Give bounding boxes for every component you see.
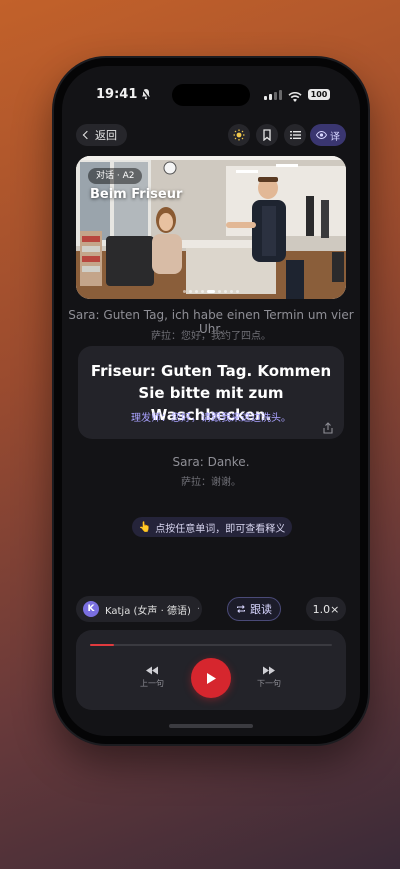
translate-toggle-button[interactable]: 译 bbox=[310, 124, 346, 146]
bookmark-button[interactable] bbox=[256, 124, 278, 146]
repeat-icon bbox=[237, 605, 245, 613]
progress-fill bbox=[90, 644, 115, 646]
bookmark-icon bbox=[263, 129, 271, 141]
theme-toggle-button[interactable] bbox=[228, 124, 250, 146]
bell-icon bbox=[141, 88, 151, 100]
voice-selector[interactable]: K Katja (女声 · 德语) · bbox=[76, 596, 202, 622]
scene-title: Beim Friseur bbox=[90, 187, 183, 202]
back-button[interactable]: 返回 bbox=[76, 124, 127, 146]
level-badge: 对话 · A2 bbox=[88, 168, 143, 184]
current-line-zh: 理发师：您好，请跟我来这边洗头。 bbox=[131, 413, 291, 424]
signal-icon bbox=[264, 90, 282, 100]
previous-label: 上一句 bbox=[140, 679, 164, 688]
voice-avatar: K bbox=[83, 601, 99, 617]
carousel-dot bbox=[183, 290, 186, 293]
translate-label: 译 bbox=[330, 131, 340, 143]
chevron-left-icon bbox=[82, 130, 92, 140]
phone-frame: 19:41 100 返回 译 对话 · A2 Beim Friseur Sara… bbox=[54, 58, 368, 744]
next-label: 下一句 bbox=[257, 679, 281, 688]
word-tap-hint: 👆 点按任意单词，即可查看释义 bbox=[132, 517, 292, 537]
app-screen: 19:41 100 返回 译 对话 · A2 Beim Friseur Sara… bbox=[62, 66, 360, 736]
back-label: 返回 bbox=[95, 129, 117, 142]
rewind-icon bbox=[146, 666, 158, 675]
fast-forward-icon bbox=[263, 666, 275, 675]
dialogue-line-3-zh: 萨拉：谢谢。 bbox=[181, 477, 241, 488]
voice-label: Katja (女声 · 德语) bbox=[105, 605, 191, 617]
status-bar: 19:41 100 bbox=[62, 84, 360, 108]
audio-player: 上一句 下一句 bbox=[76, 630, 346, 710]
shadowing-button[interactable]: 跟读 bbox=[227, 597, 281, 621]
list-button[interactable] bbox=[284, 124, 306, 146]
current-line-card[interactable]: Friseur: Guten Tag. Kommen Sie bitte mit… bbox=[78, 346, 344, 439]
carousel-dot bbox=[236, 290, 239, 293]
carousel-dot bbox=[224, 290, 227, 293]
wifi-icon bbox=[288, 88, 302, 102]
share-icon[interactable] bbox=[322, 419, 334, 434]
play-button[interactable] bbox=[191, 658, 231, 698]
playback-progress[interactable] bbox=[90, 644, 332, 646]
shadowing-label: 跟读 bbox=[250, 603, 272, 616]
dialogue-line-3-de[interactable]: Sara: Danke. bbox=[62, 455, 360, 469]
status-time: 19:41 bbox=[96, 87, 138, 102]
top-bar: 返回 译 bbox=[76, 124, 346, 146]
hint-text: 点按任意单词，即可查看释义 bbox=[155, 523, 286, 535]
playback-speed-button[interactable]: 1.0× bbox=[306, 597, 346, 621]
pointing-hand-icon: 👆 bbox=[138, 521, 152, 533]
play-icon bbox=[207, 672, 216, 684]
carousel-dot bbox=[195, 290, 198, 293]
dynamic-island bbox=[172, 84, 250, 106]
battery-indicator: 100 bbox=[308, 89, 330, 100]
carousel-dot bbox=[230, 290, 233, 293]
scene-image: 对话 · A2 Beim Friseur bbox=[76, 156, 346, 299]
home-indicator bbox=[169, 724, 253, 728]
dropdown-dot-icon: · bbox=[196, 603, 201, 615]
carousel-dot-active bbox=[207, 290, 215, 293]
carousel-dot bbox=[218, 290, 221, 293]
dialogue-line-1-zh: 萨拉：您好，我约了四点。 bbox=[151, 331, 271, 342]
carousel-dots bbox=[76, 290, 346, 293]
carousel-dot bbox=[201, 290, 204, 293]
list-icon bbox=[289, 131, 301, 139]
sun-icon bbox=[233, 129, 245, 141]
previous-sentence-button[interactable]: 上一句 bbox=[140, 666, 164, 689]
carousel-dot bbox=[189, 290, 192, 293]
next-sentence-button[interactable]: 下一句 bbox=[257, 666, 281, 689]
eye-icon bbox=[316, 131, 327, 139]
